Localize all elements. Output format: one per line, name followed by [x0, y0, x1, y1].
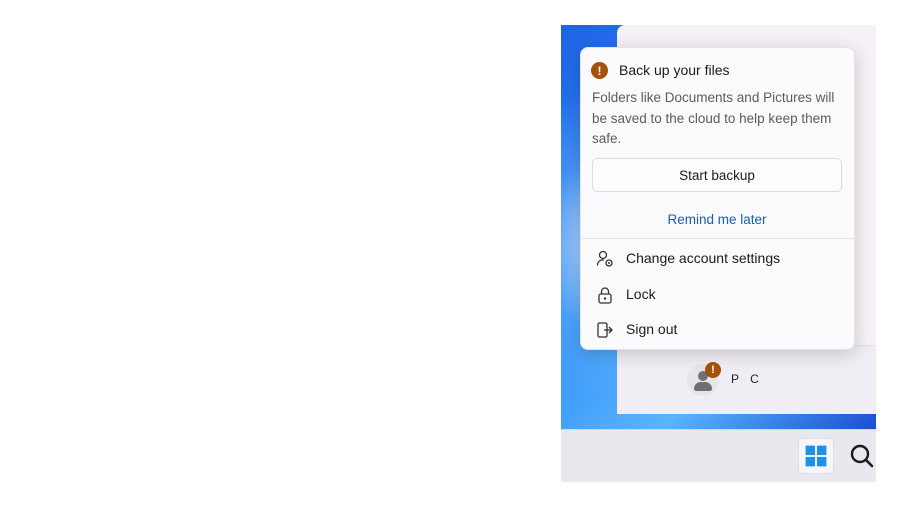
menu-item-lock[interactable]: Lock: [581, 277, 854, 311]
lock-icon: [598, 287, 612, 304]
windows-start-icon: [805, 445, 827, 467]
user-avatar[interactable]: !: [687, 362, 721, 396]
menu-item-sign-out[interactable]: Sign out: [581, 312, 854, 346]
start-backup-button[interactable]: Start backup: [592, 158, 842, 192]
screen-area: ! P C ! Back up your files Folders like …: [561, 25, 876, 482]
taskbar: [561, 429, 876, 482]
search-icon: [850, 444, 874, 468]
avatar-body: [694, 382, 712, 391]
flyout-title: Back up your files: [619, 62, 730, 78]
warning-icon: !: [591, 62, 608, 79]
account-settings-icon: [596, 250, 613, 267]
menu-label-sign-out: Sign out: [626, 321, 678, 337]
menu-item-change-account-settings[interactable]: Change account settings: [581, 241, 854, 275]
warning-badge-icon: !: [705, 362, 721, 378]
remind-me-later-link[interactable]: Remind me later: [592, 203, 842, 235]
user-name[interactable]: P C: [731, 372, 763, 386]
sign-out-icon: [597, 322, 613, 338]
menu-label-change-account-settings: Change account settings: [626, 250, 781, 266]
flyout-description: Folders like Documents and Pictures will…: [592, 90, 835, 146]
menu-label-lock: Lock: [626, 286, 656, 302]
menu-divider: [581, 238, 854, 239]
user-account-strip: ! P C: [617, 345, 876, 414]
search-button[interactable]: [845, 440, 875, 472]
start-button[interactable]: [798, 438, 834, 474]
account-flyout: ! Back up your files Folders like Docume…: [580, 47, 855, 350]
